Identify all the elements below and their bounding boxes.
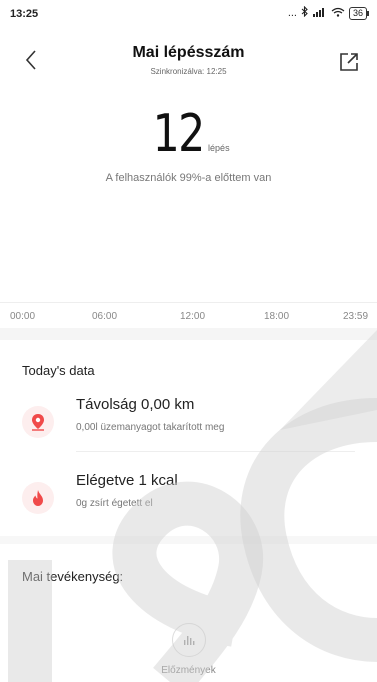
row-divider bbox=[76, 451, 355, 452]
location-pin-icon bbox=[22, 406, 54, 438]
timeline-tick: 12:00 bbox=[180, 311, 206, 322]
history-button[interactable] bbox=[172, 623, 206, 657]
rank-text: A felhasználók 99%-a előttem van bbox=[105, 172, 272, 184]
bar-chart-icon bbox=[184, 636, 195, 645]
history-label: Előzmények bbox=[161, 665, 216, 676]
timeline-tick: 06:00 bbox=[92, 311, 118, 322]
sync-status: Szinkronizálva: 12:25 bbox=[150, 67, 227, 76]
burned-value: Elégetve 1 kcal bbox=[76, 472, 178, 489]
today-data-title: Today's data bbox=[22, 363, 95, 378]
header: Mai lépésszám Szinkronizálva: 12:25 bbox=[0, 36, 377, 86]
activity-title: Mai tevékenység: bbox=[22, 569, 124, 584]
page-title: Mai lépésszám bbox=[132, 44, 245, 61]
burned-sub: 0g zsírt égetett el bbox=[76, 498, 153, 509]
timeline-tick: 23:59 bbox=[343, 311, 369, 322]
steps-summary: 12 lépés bbox=[0, 104, 377, 164]
status-dots: ... bbox=[287, 7, 297, 19]
bluetooth-icon bbox=[301, 5, 309, 20]
distance-value: Távolság 0,00 km bbox=[76, 396, 195, 413]
share-button[interactable] bbox=[337, 50, 361, 74]
battery-icon: 36 bbox=[348, 6, 370, 20]
timeline-tick: 18:00 bbox=[264, 311, 290, 322]
status-icons: ... 36 bbox=[287, 5, 370, 20]
status-time: 13:25 bbox=[10, 8, 39, 20]
flame-icon bbox=[22, 482, 54, 514]
timeline-tick: 00:00 bbox=[10, 311, 36, 322]
timeline-axis: 00:00 06:00 12:00 18:00 23:59 bbox=[0, 302, 377, 328]
wifi-icon bbox=[331, 7, 345, 20]
section-divider bbox=[0, 328, 377, 340]
status-bar: 13:25 ... 36 bbox=[0, 0, 377, 28]
share-icon bbox=[340, 53, 358, 71]
steps-unit: lépés bbox=[208, 143, 230, 153]
section-divider bbox=[0, 536, 377, 544]
signal-icon bbox=[312, 7, 327, 20]
distance-sub: 0,00l üzemanyagot takarított meg bbox=[76, 422, 225, 433]
steps-count: 12 bbox=[153, 104, 206, 164]
burned-row[interactable]: Elégetve 1 kcal 0g zsírt égetett el bbox=[0, 468, 377, 538]
